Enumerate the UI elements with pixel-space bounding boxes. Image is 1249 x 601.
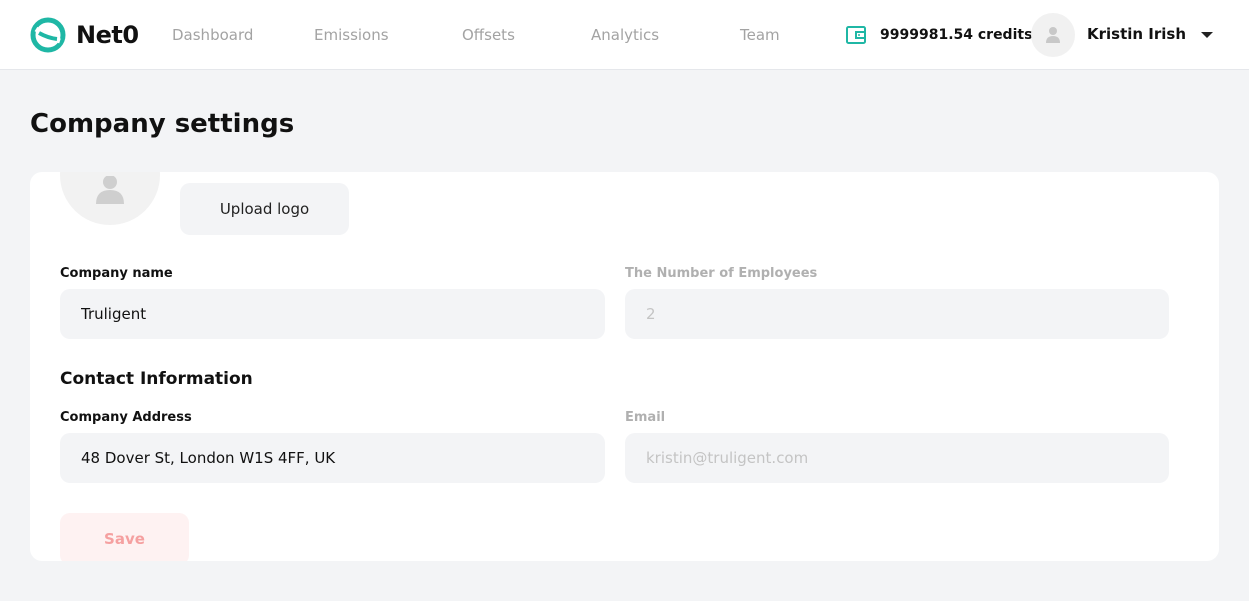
wallet-icon (846, 26, 866, 44)
nav-team[interactable]: Team (740, 26, 780, 44)
save-button[interactable]: Save (60, 513, 189, 561)
contact-information-heading: Contact Information (60, 369, 253, 389)
company-address-label: Company Address (60, 410, 192, 425)
net0-logo-icon (30, 17, 66, 53)
credits-balance[interactable]: 9999981.54 credits (845, 24, 1032, 46)
nav-emissions[interactable]: Emissions (314, 26, 389, 44)
company-name-label: Company name (60, 266, 173, 281)
employees-input (625, 289, 1169, 339)
company-name-input[interactable] (60, 289, 605, 339)
employees-label: The Number of Employees (625, 266, 818, 281)
company-address-input[interactable] (60, 433, 605, 483)
email-input (625, 433, 1169, 483)
user-name[interactable]: Kristin Irish (1087, 25, 1186, 43)
nav-analytics[interactable]: Analytics (591, 26, 659, 44)
top-navbar: Net0 Dashboard Emissions Offsets Analyti… (0, 0, 1249, 70)
user-placeholder-icon (1046, 27, 1060, 43)
page-title: Company settings (30, 109, 295, 139)
company-logo-placeholder (60, 172, 160, 225)
chevron-down-icon[interactable] (1199, 30, 1215, 40)
company-settings-card: Upload logo Company name The Number of E… (30, 172, 1219, 561)
nav-offsets[interactable]: Offsets (462, 26, 515, 44)
credits-amount: 9999981.54 credits (880, 27, 1033, 43)
user-avatar[interactable] (1031, 13, 1075, 57)
upload-logo-button[interactable]: Upload logo (180, 183, 349, 235)
user-placeholder-icon (96, 176, 124, 204)
nav-dashboard[interactable]: Dashboard (172, 26, 253, 44)
app-logo[interactable]: Net0 (30, 17, 139, 53)
email-label: Email (625, 410, 666, 425)
app-name: Net0 (76, 21, 139, 49)
